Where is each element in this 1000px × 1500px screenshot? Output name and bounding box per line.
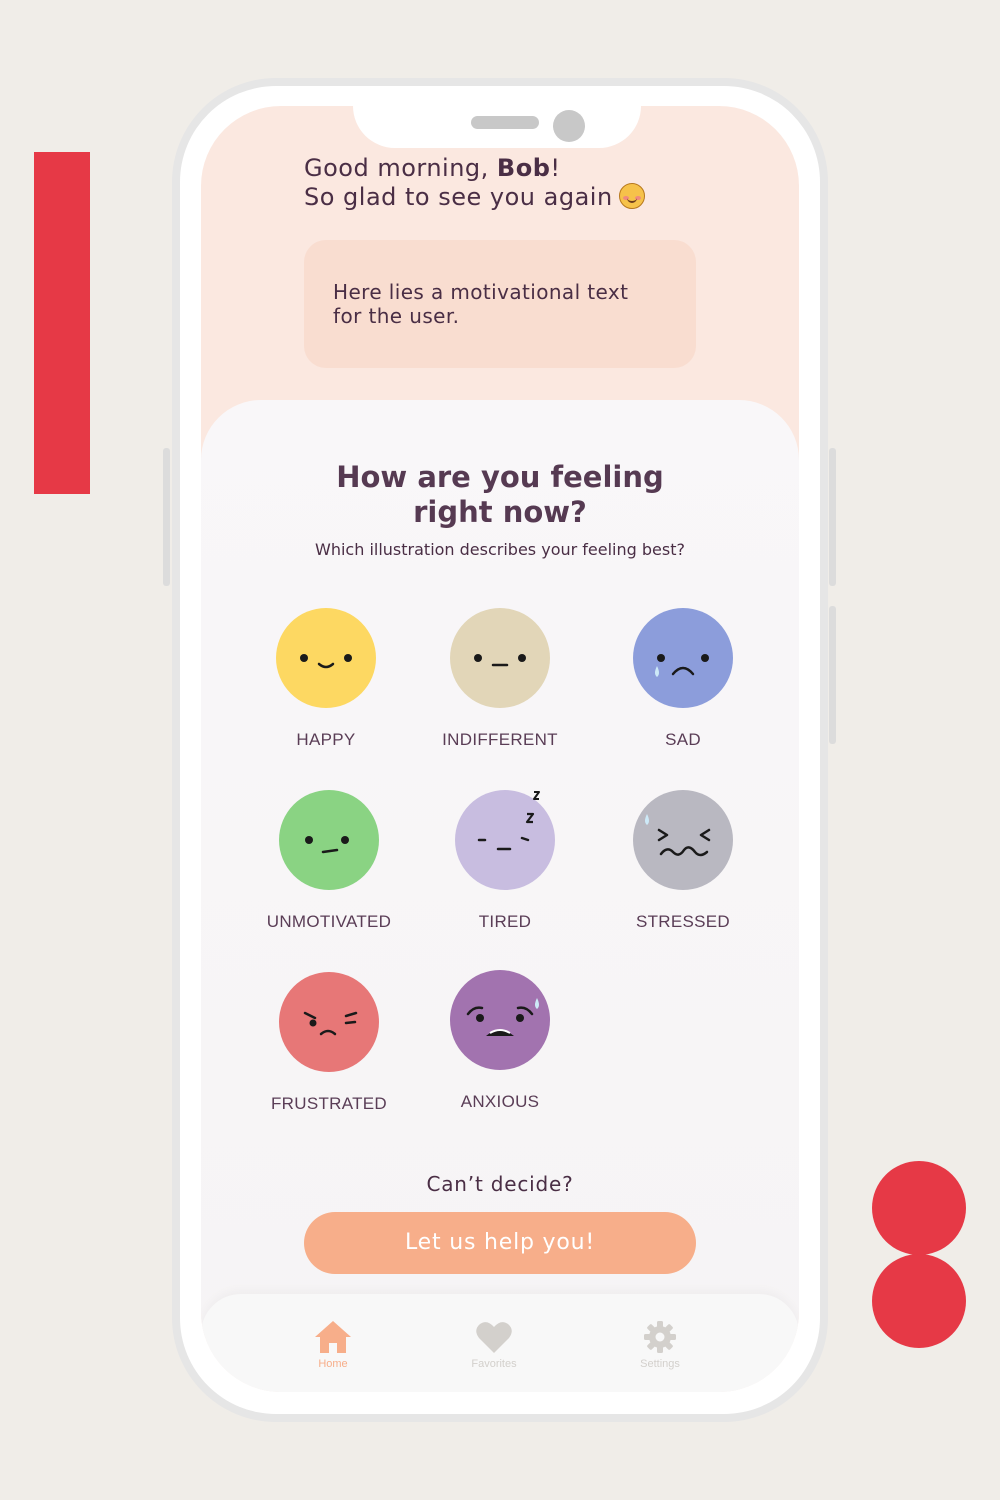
mood-option-anxious[interactable]: ANXIOUS bbox=[415, 970, 585, 1112]
gear-icon bbox=[644, 1321, 676, 1353]
greeting-subline: So glad to see you again bbox=[304, 183, 613, 211]
mood-option-frustrated[interactable]: FRUSTRATED bbox=[244, 972, 414, 1114]
decorative-red-bar bbox=[34, 152, 90, 494]
happy-face-icon bbox=[276, 608, 376, 708]
mood-option-tired[interactable]: TIRED bbox=[420, 790, 590, 932]
speaker-grille bbox=[471, 116, 539, 129]
home-icon bbox=[315, 1321, 351, 1353]
unmotivated-face-icon bbox=[279, 790, 379, 890]
decorative-red-dot bbox=[872, 1161, 966, 1255]
mood-label: SAD bbox=[665, 730, 701, 749]
mood-label: FRUSTRATED bbox=[270, 1094, 387, 1113]
let-us-help-button[interactable]: Let us help you! bbox=[304, 1212, 696, 1274]
nav-item-home[interactable]: Home bbox=[288, 1320, 378, 1370]
mood-option-indifferent[interactable]: INDIFFERENT bbox=[415, 608, 585, 750]
nav-label: Settings bbox=[640, 1358, 680, 1370]
decorative-red-dot bbox=[872, 1254, 966, 1348]
mood-option-sad[interactable]: SAD bbox=[598, 608, 768, 750]
phone-side-button bbox=[163, 448, 170, 586]
phone-side-button bbox=[829, 606, 836, 744]
mood-option-happy[interactable]: HAPPY bbox=[241, 608, 411, 750]
greeting: Good morning, Bob! So glad to see you ag… bbox=[304, 154, 724, 212]
bottom-navigation: Home Favorites Settings bbox=[201, 1294, 799, 1392]
stressed-face-icon bbox=[633, 790, 733, 890]
tired-face-icon bbox=[455, 790, 555, 890]
mood-label: HAPPY bbox=[296, 730, 356, 749]
indifferent-face-icon bbox=[450, 608, 550, 708]
app-screen: Good morning, Bob! So glad to see you ag… bbox=[201, 106, 799, 1392]
greeting-suffix: ! bbox=[550, 154, 561, 182]
sad-face-icon bbox=[633, 608, 733, 708]
anxious-face-icon bbox=[450, 970, 550, 1070]
nav-label: Favorites bbox=[471, 1358, 517, 1370]
phone-side-button bbox=[829, 448, 836, 586]
motivational-text-box: Here lies a motivational text for the us… bbox=[304, 240, 696, 368]
nav-label: Home bbox=[318, 1358, 348, 1370]
mood-label: STRESSED bbox=[635, 912, 731, 931]
mood-question-title: How are you feeling right now? bbox=[201, 460, 799, 530]
mood-option-unmotivated[interactable]: UNMOTIVATED bbox=[244, 790, 414, 932]
frustrated-face-icon bbox=[279, 972, 379, 1072]
mood-label: INDIFFERENT bbox=[442, 730, 558, 749]
user-name: Bob bbox=[496, 154, 551, 182]
mood-card: How are you feeling right now? Which ill… bbox=[201, 400, 799, 1392]
mood-label: UNMOTIVATED bbox=[266, 912, 392, 931]
greeting-prefix: Good morning, bbox=[304, 154, 497, 182]
mood-option-stressed[interactable]: STRESSED bbox=[598, 790, 768, 932]
nav-item-favorites[interactable]: Favorites bbox=[449, 1320, 539, 1370]
heart-icon bbox=[476, 1322, 512, 1353]
mood-question-line: How are you feeling bbox=[336, 460, 664, 494]
front-camera bbox=[553, 110, 585, 142]
mood-label: ANXIOUS bbox=[460, 1092, 540, 1111]
cant-decide-text: Can’t decide? bbox=[426, 1172, 574, 1196]
phone-notch bbox=[353, 106, 641, 148]
motivational-text-line: for the user. bbox=[333, 304, 460, 328]
motivational-text-line: Here lies a motivational text bbox=[333, 280, 629, 304]
mood-question-subtitle: Which illustration describes your feelin… bbox=[315, 540, 685, 559]
mood-question-line: right now? bbox=[413, 495, 587, 529]
mood-label: TIRED bbox=[478, 912, 532, 931]
nav-item-settings[interactable]: Settings bbox=[615, 1320, 705, 1370]
smiling-hearts-emoji-icon bbox=[618, 183, 645, 209]
